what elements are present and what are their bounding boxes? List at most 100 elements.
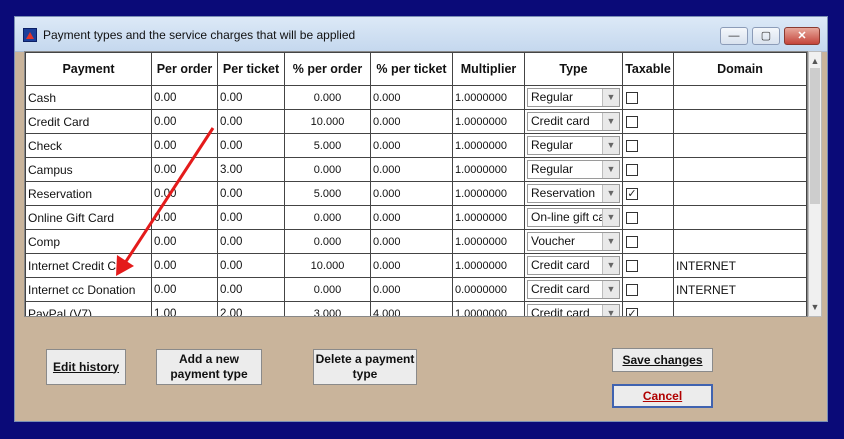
pct-per-ticket-cell[interactable]: 0.000 bbox=[370, 109, 453, 134]
pct-per-order-cell[interactable]: 0.000 bbox=[284, 277, 371, 302]
multiplier-cell[interactable]: 1.0000000 bbox=[452, 181, 525, 206]
per-ticket-cell[interactable]: 0.00 bbox=[217, 181, 285, 206]
table-row[interactable]: Internet Credit Car 0.00 0.00 10.000 0.000 1.… bbox=[25, 253, 807, 278]
payment-cell[interactable]: Cash bbox=[25, 85, 152, 110]
chevron-down-icon[interactable]: ▼ bbox=[602, 305, 619, 316]
multiplier-cell[interactable]: 1.0000000 bbox=[452, 157, 525, 182]
scroll-up-icon[interactable]: ▲ bbox=[809, 54, 821, 68]
pct-per-order-cell[interactable]: 0.000 bbox=[284, 85, 371, 110]
per-order-cell[interactable]: 0.00 bbox=[151, 205, 218, 230]
pct-per-ticket-cell[interactable]: 4.000 bbox=[370, 301, 453, 316]
payment-cell[interactable]: Reservation bbox=[25, 181, 152, 206]
pct-per-ticket-cell[interactable]: 0.000 bbox=[370, 133, 453, 158]
multiplier-cell[interactable]: 1.0000000 bbox=[452, 109, 525, 134]
pct-per-ticket-cell[interactable]: 0.000 bbox=[370, 229, 453, 254]
taxable-checkbox[interactable] bbox=[626, 163, 638, 176]
vertical-scrollbar[interactable]: ▲ ▼ bbox=[808, 51, 822, 317]
scroll-thumb[interactable] bbox=[810, 68, 820, 204]
minimize-button[interactable]: — bbox=[720, 27, 748, 45]
chevron-down-icon[interactable]: ▼ bbox=[602, 281, 619, 298]
type-select[interactable]: Voucher ▼ bbox=[527, 232, 620, 251]
payment-cell[interactable]: Comp bbox=[25, 229, 152, 254]
type-select[interactable]: Reservation ▼ bbox=[527, 184, 620, 203]
restore-button[interactable]: ▢ bbox=[752, 27, 780, 45]
payment-cell[interactable]: Internet cc Donation bbox=[25, 277, 152, 302]
pct-per-order-cell[interactable]: 0.000 bbox=[284, 205, 371, 230]
payment-cell[interactable]: Check bbox=[25, 133, 152, 158]
chevron-down-icon[interactable]: ▼ bbox=[602, 185, 619, 202]
table-row[interactable]: Cash 0.00 0.00 0.000 0.000 1.0000000 Regular ▼ bbox=[25, 85, 807, 110]
domain-cell[interactable] bbox=[673, 157, 807, 182]
edit-history-button[interactable]: Edit history bbox=[46, 349, 126, 385]
multiplier-cell[interactable]: 1.0000000 bbox=[452, 133, 525, 158]
chevron-down-icon[interactable]: ▼ bbox=[602, 161, 619, 178]
type-select[interactable]: Regular ▼ bbox=[527, 88, 620, 107]
title-bar[interactable]: Payment types and the service charges th… bbox=[15, 17, 827, 52]
chevron-down-icon[interactable]: ▼ bbox=[602, 233, 619, 250]
type-select[interactable]: On-line gift ca ▼ bbox=[527, 208, 620, 227]
type-select[interactable]: Credit card ▼ bbox=[527, 304, 620, 316]
taxable-checkbox[interactable]: ✓ bbox=[626, 187, 638, 200]
pct-per-order-cell[interactable]: 5.000 bbox=[284, 133, 371, 158]
pct-per-ticket-cell[interactable]: 0.000 bbox=[370, 277, 453, 302]
domain-cell[interactable] bbox=[673, 133, 807, 158]
domain-cell[interactable] bbox=[673, 109, 807, 134]
type-select[interactable]: Credit card ▼ bbox=[527, 112, 620, 131]
domain-cell[interactable]: INTERNET bbox=[673, 277, 807, 302]
pct-per-order-cell[interactable]: 0.000 bbox=[284, 229, 371, 254]
per-order-cell[interactable]: 0.00 bbox=[151, 277, 218, 302]
taxable-checkbox[interactable] bbox=[626, 139, 638, 152]
table-row[interactable]: Campus 0.00 3.00 0.000 0.000 1.0000000 Regular… bbox=[25, 157, 807, 182]
pct-per-ticket-cell[interactable]: 0.000 bbox=[370, 253, 453, 278]
taxable-checkbox[interactable] bbox=[626, 235, 638, 248]
domain-cell[interactable]: INTERNET bbox=[673, 253, 807, 278]
per-order-cell[interactable]: 0.00 bbox=[151, 85, 218, 110]
per-ticket-cell[interactable]: 0.00 bbox=[217, 277, 285, 302]
multiplier-cell[interactable]: 1.0000000 bbox=[452, 205, 525, 230]
table-row[interactable]: Check 0.00 0.00 5.000 0.000 1.0000000 Regular ▼ bbox=[25, 133, 807, 158]
scroll-down-icon[interactable]: ▼ bbox=[809, 300, 821, 314]
close-button[interactable]: ✕ bbox=[784, 27, 820, 45]
type-select[interactable]: Credit card ▼ bbox=[527, 280, 620, 299]
payment-cell[interactable]: PayPal (V7) bbox=[25, 301, 152, 316]
domain-cell[interactable] bbox=[673, 301, 807, 316]
per-order-cell[interactable]: 0.00 bbox=[151, 253, 218, 278]
taxable-checkbox[interactable] bbox=[626, 259, 638, 272]
per-ticket-cell[interactable]: 0.00 bbox=[217, 133, 285, 158]
per-order-cell[interactable]: 0.00 bbox=[151, 133, 218, 158]
type-select[interactable]: Regular ▼ bbox=[527, 160, 620, 179]
pct-per-order-cell[interactable]: 10.000 bbox=[284, 109, 371, 134]
table-row[interactable]: Internet cc Donation 0.00 0.00 0.000 0.000 0.… bbox=[25, 277, 807, 302]
domain-cell[interactable] bbox=[673, 85, 807, 110]
multiplier-cell[interactable]: 1.0000000 bbox=[452, 85, 525, 110]
table-row[interactable]: Credit Card 0.00 0.00 10.000 0.000 1.0000000 C… bbox=[25, 109, 807, 134]
multiplier-cell[interactable]: 1.0000000 bbox=[452, 229, 525, 254]
per-order-cell[interactable]: 1.00 bbox=[151, 301, 218, 316]
pct-per-ticket-cell[interactable]: 0.000 bbox=[370, 181, 453, 206]
per-ticket-cell[interactable]: 0.00 bbox=[217, 253, 285, 278]
per-ticket-cell[interactable]: 0.00 bbox=[217, 205, 285, 230]
payment-cell[interactable]: Campus bbox=[25, 157, 152, 182]
domain-cell[interactable] bbox=[673, 205, 807, 230]
payment-cell[interactable]: Internet Credit Car bbox=[25, 253, 152, 278]
per-order-cell[interactable]: 0.00 bbox=[151, 157, 218, 182]
per-ticket-cell[interactable]: 3.00 bbox=[217, 157, 285, 182]
cancel-button[interactable]: Cancel bbox=[612, 384, 713, 408]
chevron-down-icon[interactable]: ▼ bbox=[602, 113, 619, 130]
save-changes-button[interactable]: Save changes bbox=[612, 348, 713, 372]
pct-per-ticket-cell[interactable]: 0.000 bbox=[370, 157, 453, 182]
type-select[interactable]: Credit card ▼ bbox=[527, 256, 620, 275]
payment-cell[interactable]: Online Gift Card bbox=[25, 205, 152, 230]
chevron-down-icon[interactable]: ▼ bbox=[602, 137, 619, 154]
domain-cell[interactable] bbox=[673, 181, 807, 206]
per-ticket-cell[interactable]: 0.00 bbox=[217, 109, 285, 134]
pct-per-ticket-cell[interactable]: 0.000 bbox=[370, 205, 453, 230]
taxable-checkbox[interactable] bbox=[626, 91, 638, 104]
taxable-checkbox[interactable] bbox=[626, 211, 638, 224]
per-order-cell[interactable]: 0.00 bbox=[151, 109, 218, 134]
delete-payment-type-button[interactable]: Delete a payment type bbox=[313, 349, 417, 385]
payment-cell[interactable]: Credit Card bbox=[25, 109, 152, 134]
table-row[interactable]: Reservation 0.00 0.00 5.000 0.000 1.0000000 Re… bbox=[25, 181, 807, 206]
per-ticket-cell[interactable]: 0.00 bbox=[217, 85, 285, 110]
per-ticket-cell[interactable]: 2.00 bbox=[217, 301, 285, 316]
